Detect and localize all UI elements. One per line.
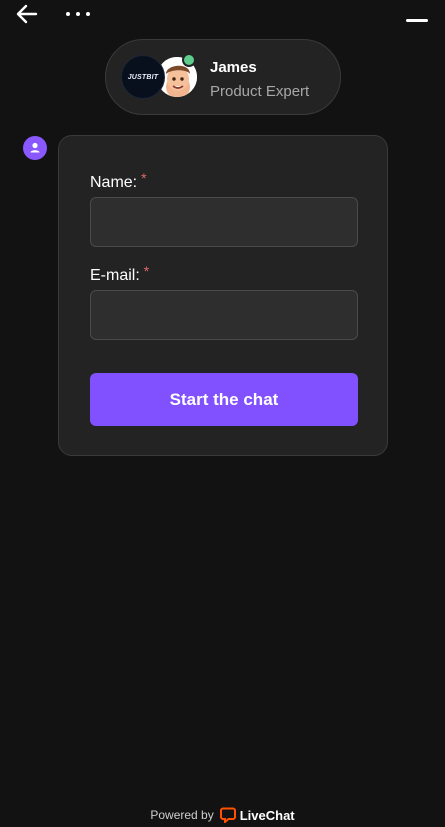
- agent-role: Product Expert: [210, 83, 310, 100]
- system-avatar: [23, 136, 47, 160]
- brand-logo-text: JUSTBIT: [127, 73, 159, 81]
- agent-name: James: [210, 59, 257, 76]
- name-input[interactable]: [90, 197, 358, 247]
- email-field-label: E-mail: *: [90, 263, 149, 285]
- name-label-text: Name:: [90, 174, 138, 191]
- email-input[interactable]: [90, 290, 358, 340]
- powered-by-text: Powered by: [150, 808, 214, 822]
- email-label-text: E-mail:: [90, 267, 140, 284]
- powered-by-footer: Powered by LiveChat: [0, 805, 445, 825]
- brand-logo: JUSTBIT: [121, 55, 165, 99]
- livechat-brand-text: LiveChat: [239, 807, 295, 823]
- user-icon: [30, 142, 40, 153]
- arrow-left-icon: [16, 4, 38, 24]
- required-marker: *: [141, 170, 147, 186]
- agent-header: JUSTBIT James Product Expert: [105, 39, 341, 115]
- livechat-logo-icon: [219, 807, 236, 823]
- prechat-form: Name: * E-mail: * Start the chat: [58, 135, 388, 456]
- more-horizontal-icon: [66, 12, 70, 16]
- online-status-indicator: [182, 53, 196, 67]
- minimize-button[interactable]: [404, 10, 430, 26]
- back-button[interactable]: [14, 3, 40, 25]
- more-options-button[interactable]: [62, 6, 94, 22]
- start-chat-button[interactable]: Start the chat: [90, 373, 358, 426]
- required-marker: *: [143, 263, 150, 279]
- livechat-link[interactable]: LiveChat: [219, 807, 295, 823]
- minimize-icon: [406, 19, 428, 22]
- name-field-label: Name: *: [90, 170, 147, 192]
- chat-widget: JUSTBIT James Product Expert Name: * E-m…: [0, 0, 445, 827]
